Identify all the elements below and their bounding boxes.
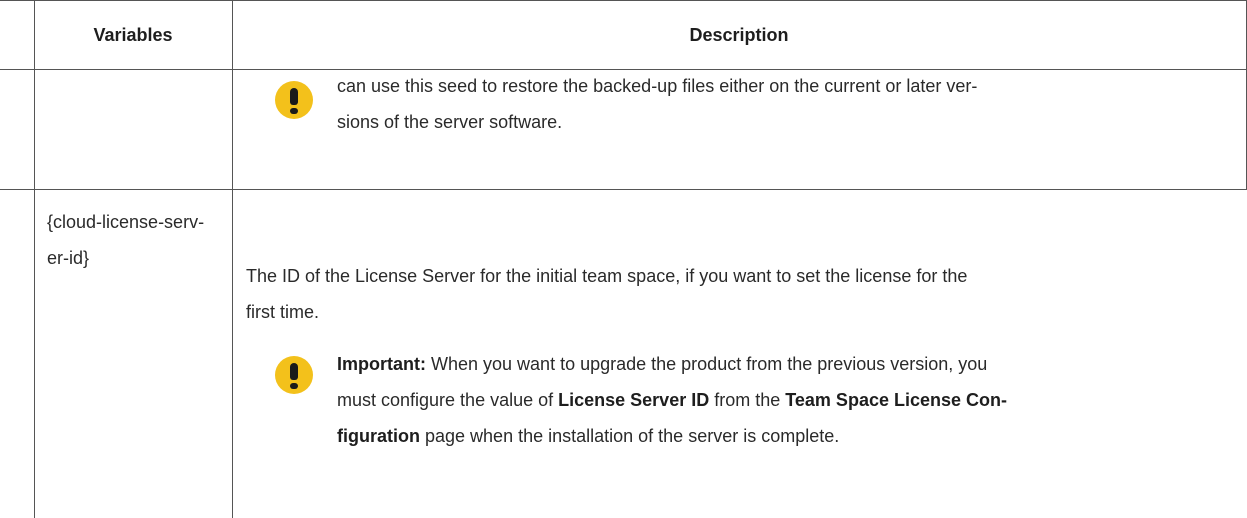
warning-icon: [275, 81, 313, 119]
important-label: Important:: [337, 354, 426, 374]
team-space-term-part-2: figuration: [337, 426, 420, 446]
header-description: Description: [689, 25, 789, 45]
table-left-border: [34, 0, 35, 518]
row-divider: [0, 189, 1247, 190]
important-text-3: page when the installation of the server…: [420, 426, 840, 446]
column-divider: [232, 0, 233, 518]
description-line-2: first time.: [246, 302, 320, 322]
variable-name-line-1: {cloud-license-serv-: [47, 212, 205, 232]
note-line-1: can use this seed to restore the backed-…: [337, 76, 978, 96]
variables-table: Variables Description can use this seed …: [0, 0, 1247, 518]
note-line-2: sions of the server software.: [337, 112, 563, 132]
important-line-1: Important: When you want to upgrade the …: [337, 346, 987, 382]
license-server-id-term: License Server ID: [558, 390, 710, 410]
description-line-1: The ID of the License Server for the ini…: [246, 266, 968, 286]
important-text-2b: from the: [709, 390, 786, 410]
important-text-2a: must configure the value of: [337, 390, 559, 410]
team-space-term-part-1: Team Space License Con-: [785, 390, 1007, 410]
header-variables: Variables: [93, 25, 173, 45]
important-text-1: When you want to upgrade the product fro…: [426, 354, 988, 374]
variable-name-line-2: er-id}: [47, 248, 90, 268]
warning-icon: [275, 356, 313, 394]
important-line-3: figuration page when the installation of…: [337, 418, 839, 454]
important-line-2: must configure the value of License Serv…: [337, 382, 1007, 418]
